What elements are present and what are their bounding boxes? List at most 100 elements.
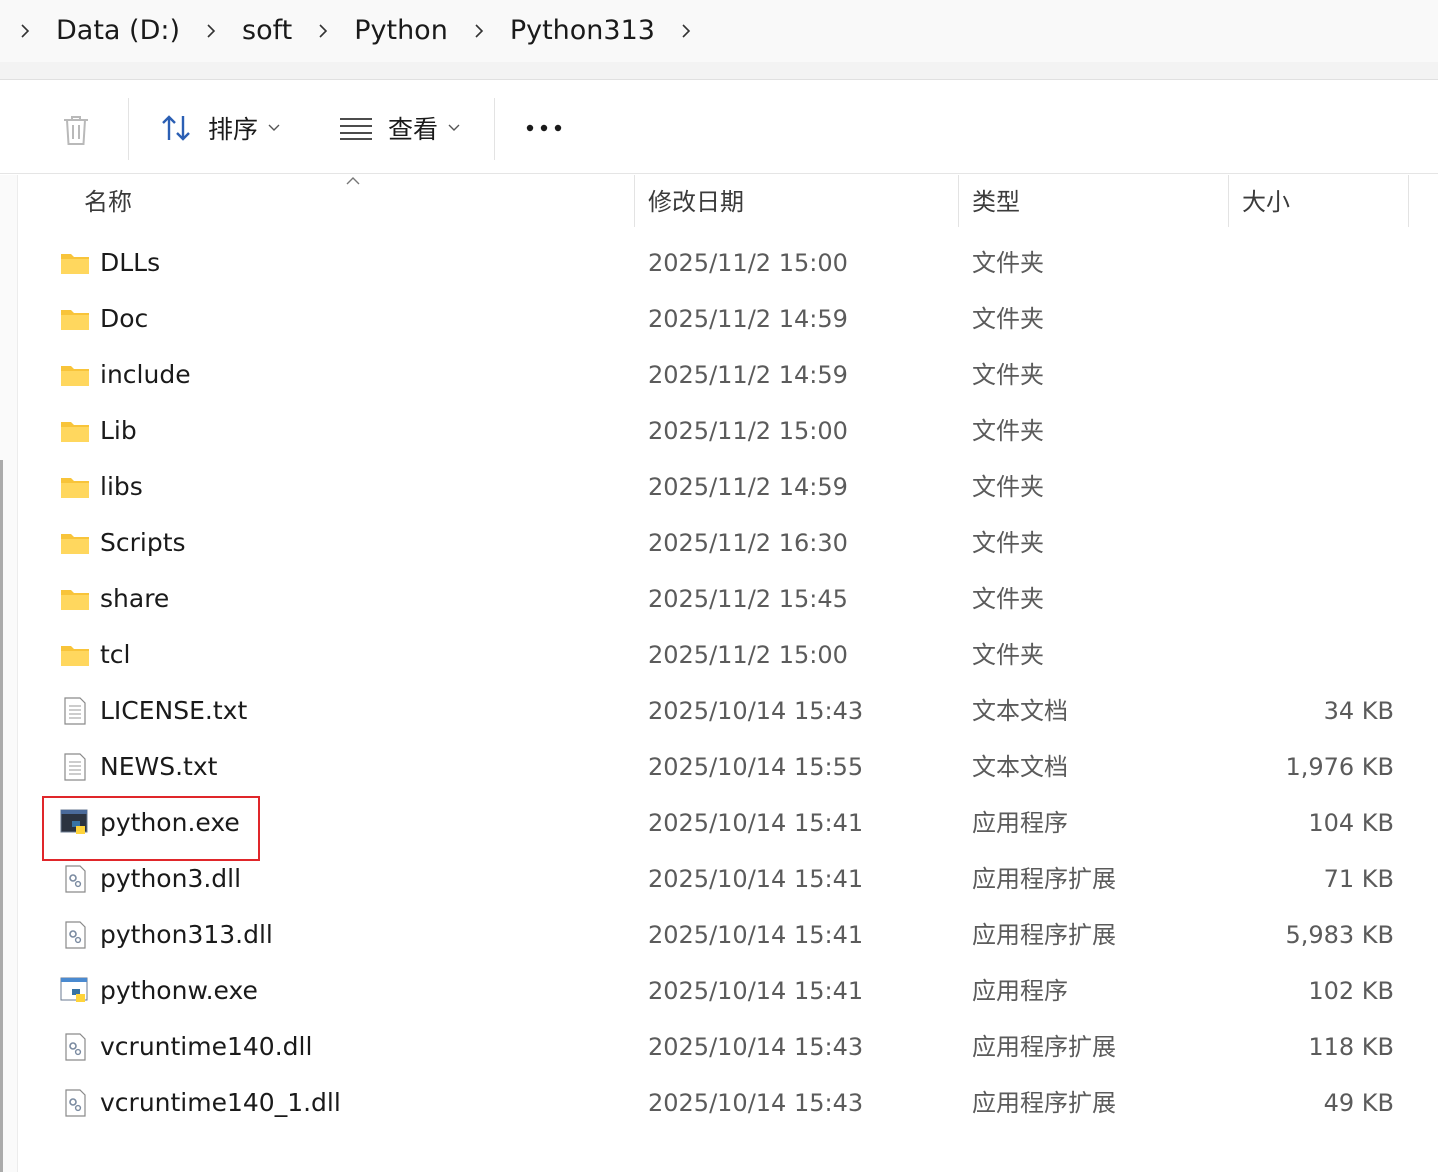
file-modified-date: 2025/10/14 15:55 <box>648 753 864 781</box>
toolbar-separator <box>494 98 495 160</box>
view-label: 查看 <box>388 115 439 144</box>
breadcrumb-item-drive[interactable]: Data (D:) <box>36 0 200 62</box>
folder-icon <box>60 529 90 557</box>
folder-icon <box>60 585 90 613</box>
column-divider[interactable] <box>1228 175 1229 227</box>
address-bar-divider <box>0 62 1438 80</box>
file-modified-date: 2025/10/14 15:43 <box>648 1089 864 1117</box>
file-name: DLLs <box>100 248 161 277</box>
dll-file-icon <box>60 921 90 949</box>
python-window-icon <box>60 977 90 1005</box>
file-size: 5,983 KB <box>1285 921 1394 949</box>
ellipsis-icon <box>526 124 562 132</box>
file-row[interactable]: Lib 2025/11/2 15:00 文件夹 <box>18 403 1438 459</box>
file-row[interactable]: Doc 2025/11/2 14:59 文件夹 <box>18 291 1438 347</box>
chevron-down-icon <box>268 124 280 131</box>
file-size: 104 KB <box>1308 809 1394 837</box>
file-row[interactable]: pythonw.exe 2025/10/14 15:41 应用程序 102 KB <box>18 963 1438 1019</box>
file-row[interactable]: vcruntime140.dll 2025/10/14 15:43 应用程序扩展 11… <box>18 1019 1438 1075</box>
file-name: LICENSE.txt <box>100 696 248 725</box>
chevron-right-icon[interactable] <box>675 0 697 62</box>
folder-icon <box>60 361 90 389</box>
chevron-right-icon[interactable] <box>468 0 490 62</box>
column-header-date[interactable]: 修改日期 <box>648 175 744 229</box>
file-row[interactable]: NEWS.txt 2025/10/14 15:55 文本文档 1,976 KB <box>18 739 1438 795</box>
file-size: 49 KB <box>1323 1089 1394 1117</box>
folder-icon <box>60 473 90 501</box>
file-type: 文件夹 <box>972 585 1044 613</box>
chevron-right-icon[interactable] <box>312 0 334 62</box>
breadcrumb-item-soft[interactable]: soft <box>222 0 312 62</box>
file-type: 文件夹 <box>972 417 1044 445</box>
file-modified-date: 2025/10/14 15:41 <box>648 809 864 837</box>
chevron-down-icon <box>448 124 460 131</box>
dll-file-icon <box>60 865 90 893</box>
folder-icon <box>60 417 90 445</box>
dll-file-icon <box>60 1033 90 1061</box>
breadcrumb-item-python313[interactable]: Python313 <box>490 0 675 62</box>
breadcrumb-item-python[interactable]: Python <box>334 0 468 62</box>
file-type: 文本文档 <box>972 697 1068 725</box>
chevron-right-icon[interactable] <box>200 0 222 62</box>
file-row[interactable]: share 2025/11/2 15:45 文件夹 <box>18 571 1438 627</box>
file-size: 1,976 KB <box>1285 753 1394 781</box>
file-row[interactable]: tcl 2025/11/2 15:00 文件夹 <box>18 627 1438 683</box>
file-name: libs <box>100 472 143 501</box>
file-type: 应用程序扩展 <box>972 1089 1116 1117</box>
file-modified-date: 2025/11/2 14:59 <box>648 473 848 501</box>
dll-file-icon <box>60 1089 90 1117</box>
column-header-name[interactable]: 名称 <box>84 175 132 229</box>
navigation-pane-edge <box>0 175 18 1172</box>
delete-button[interactable] <box>58 112 94 148</box>
column-divider[interactable] <box>634 175 635 227</box>
file-row[interactable]: libs 2025/11/2 14:59 文件夹 <box>18 459 1438 515</box>
file-name: NEWS.txt <box>100 752 218 781</box>
file-modified-date: 2025/10/14 15:43 <box>648 1033 864 1061</box>
file-modified-date: 2025/11/2 16:30 <box>648 529 848 557</box>
file-row[interactable]: python313.dll 2025/10/14 15:41 应用程序扩展 5,983… <box>18 907 1438 963</box>
file-name: include <box>100 360 191 389</box>
view-button[interactable]: 查看 <box>338 108 460 148</box>
column-divider[interactable] <box>1408 175 1409 227</box>
column-header-size[interactable]: 大小 <box>1242 175 1290 229</box>
file-list: 名称 修改日期 类型 大小 DLLs 2025/11/2 15:00 文件夹 Doc 2… <box>0 175 1438 1172</box>
file-name: pythonw.exe <box>100 976 258 1005</box>
more-options-button[interactable] <box>524 110 564 146</box>
file-size: 34 KB <box>1323 697 1394 725</box>
file-modified-date: 2025/11/2 15:00 <box>648 249 848 277</box>
command-bar: 排序 查看 <box>0 80 1438 174</box>
text-file-icon <box>60 753 90 781</box>
file-modified-date: 2025/10/14 15:41 <box>648 865 864 893</box>
file-name: share <box>100 584 170 613</box>
file-type: 应用程序 <box>972 809 1068 837</box>
file-row[interactable]: vcruntime140_1.dll 2025/10/14 15:43 应用程序扩展… <box>18 1075 1438 1131</box>
folder-icon <box>60 305 90 333</box>
column-divider[interactable] <box>958 175 959 227</box>
file-modified-date: 2025/10/14 15:41 <box>648 977 864 1005</box>
sort-button[interactable]: 排序 <box>160 108 280 148</box>
file-modified-date: 2025/10/14 15:43 <box>648 697 864 725</box>
column-header-type[interactable]: 类型 <box>972 175 1020 229</box>
file-row[interactable]: DLLs 2025/11/2 15:00 文件夹 <box>18 235 1438 291</box>
file-type: 应用程序扩展 <box>972 921 1116 949</box>
file-row[interactable]: Scripts 2025/11/2 16:30 文件夹 <box>18 515 1438 571</box>
list-view-icon <box>340 118 372 140</box>
sort-label: 排序 <box>208 115 259 144</box>
file-modified-date: 2025/11/2 15:00 <box>648 417 848 445</box>
column-header-row: 名称 修改日期 类型 大小 <box>18 175 1438 229</box>
file-modified-date: 2025/11/2 15:45 <box>648 585 848 613</box>
file-row[interactable]: LICENSE.txt 2025/10/14 15:43 文本文档 34 KB <box>18 683 1438 739</box>
pane-resize-handle[interactable] <box>0 460 3 1172</box>
file-modified-date: 2025/11/2 14:59 <box>648 305 848 333</box>
breadcrumb: Data (D:) soft Python Python313 <box>0 0 1438 62</box>
file-row[interactable]: include 2025/11/2 14:59 文件夹 <box>18 347 1438 403</box>
file-type: 文件夹 <box>972 305 1044 333</box>
file-size: 118 KB <box>1308 1033 1394 1061</box>
sort-ascending-icon <box>346 177 360 185</box>
file-modified-date: 2025/10/14 15:41 <box>648 921 864 949</box>
file-name: vcruntime140_1.dll <box>100 1088 341 1117</box>
file-name: Doc <box>100 304 149 333</box>
text-file-icon <box>60 697 90 725</box>
file-size: 102 KB <box>1308 977 1394 1005</box>
chevron-right-icon[interactable] <box>14 0 36 62</box>
